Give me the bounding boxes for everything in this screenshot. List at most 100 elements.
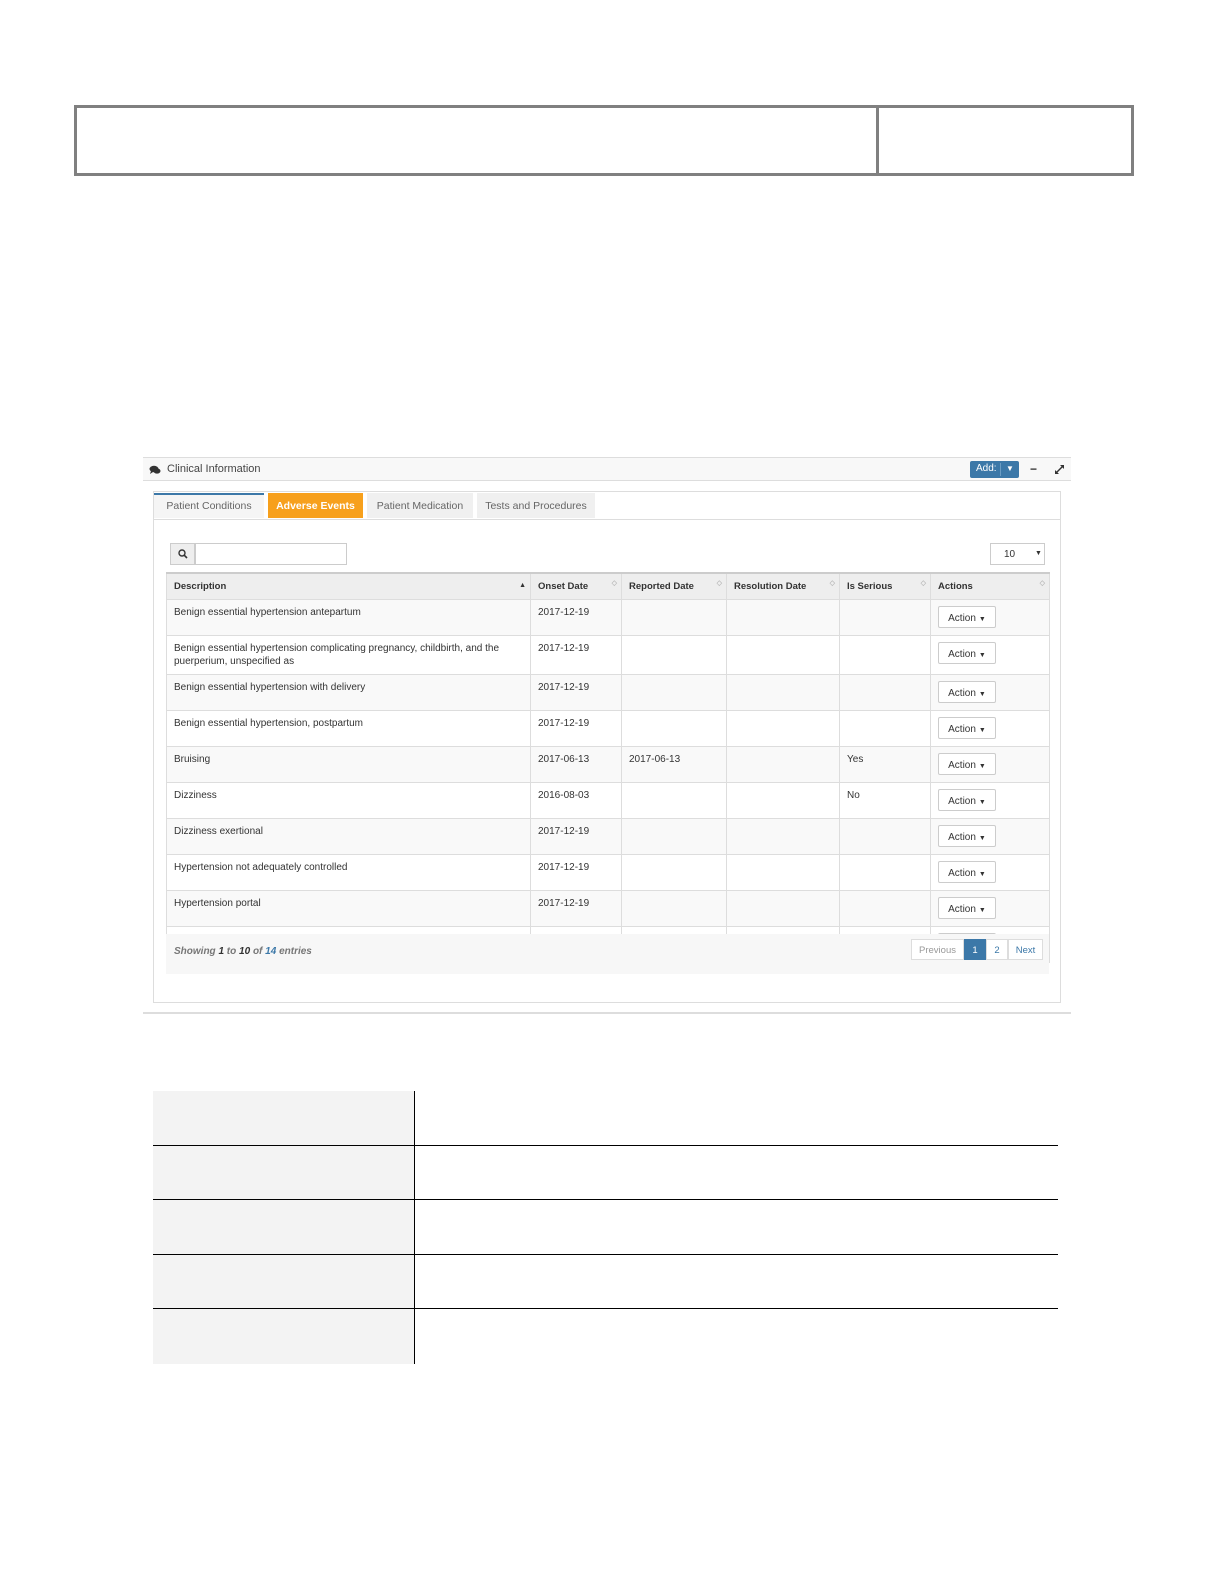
cell-resolution-date bbox=[726, 674, 840, 711]
column-header-actions[interactable]: Actions ◇ bbox=[930, 572, 1050, 600]
cell-description: Dizziness exertional bbox=[166, 818, 531, 855]
caret-down-icon: ▼ bbox=[978, 652, 986, 659]
action-button[interactable]: Action▼ bbox=[938, 789, 996, 811]
action-button-label: Action bbox=[948, 796, 976, 807]
add-button-separator bbox=[1000, 463, 1001, 476]
expand-icon[interactable] bbox=[1054, 462, 1065, 480]
search-button[interactable] bbox=[170, 543, 195, 565]
page-length-select[interactable]: 10 ▼ bbox=[990, 543, 1045, 565]
table-info: Showing 1 to 10 of 14 entries bbox=[174, 946, 312, 957]
cell-is-serious bbox=[839, 599, 931, 636]
sort-icon: ◇ bbox=[716, 580, 722, 587]
minimize-icon[interactable]: − bbox=[1030, 462, 1037, 476]
sort-icon: ◇ bbox=[829, 580, 835, 587]
cell-reported-date bbox=[621, 635, 727, 675]
cell-is-serious: Yes bbox=[839, 746, 931, 783]
column-header-is-serious[interactable]: Is Serious ◇ bbox=[839, 572, 931, 600]
cell-is-serious: No bbox=[839, 782, 931, 819]
pagination-previous[interactable]: Previous bbox=[911, 939, 964, 960]
pagination-next[interactable]: Next bbox=[1008, 939, 1043, 960]
cell-reported-date bbox=[621, 710, 727, 747]
lower-table-row-divider bbox=[153, 1145, 1058, 1146]
header-box bbox=[74, 105, 1134, 176]
sort-icon: ◇ bbox=[1039, 580, 1045, 587]
cell-actions: Action▼ bbox=[930, 890, 1050, 927]
caret-down-icon: ▼ bbox=[978, 835, 986, 842]
tab-tests-and-procedures[interactable]: Tests and Procedures bbox=[477, 493, 595, 518]
add-button-label: Add: bbox=[976, 463, 997, 474]
lower-info-table bbox=[153, 1091, 1058, 1364]
cell-description: Bruising bbox=[166, 746, 531, 783]
cell-description: Dizziness bbox=[166, 782, 531, 819]
table-row: Bruising 2017-06-13 2017-06-13 Yes Action ▼ bbox=[166, 746, 1050, 783]
action-button-label: Action bbox=[948, 649, 976, 660]
caret-down-icon: ▼ bbox=[978, 763, 986, 770]
action-button[interactable]: Action▼ bbox=[938, 861, 996, 883]
cell-resolution-date bbox=[726, 599, 840, 636]
cell-actions: Action▼ bbox=[930, 710, 1050, 747]
cell-is-serious bbox=[839, 890, 931, 927]
lower-table-row-divider bbox=[153, 1308, 1058, 1309]
cell-onset-date: 2017-12-19 bbox=[530, 818, 622, 855]
add-button[interactable]: Add: ▼ bbox=[970, 461, 1019, 478]
cell-description: Benign essential hypertension antepartum bbox=[166, 599, 531, 636]
caret-down-icon: ▼ bbox=[1006, 464, 1014, 473]
cell-actions: Action▼ bbox=[930, 599, 1050, 636]
cell-is-serious bbox=[839, 635, 931, 675]
panel-title: Clinical Information bbox=[167, 463, 261, 475]
cell-actions: Action▼ bbox=[930, 782, 1050, 819]
action-button[interactable]: Action▼ bbox=[938, 897, 996, 919]
action-button[interactable]: Action▼ bbox=[938, 642, 996, 664]
table-row: Dizziness 2016-08-03 No Action ▼ bbox=[166, 782, 1050, 819]
caret-down-icon: ▼ bbox=[978, 616, 986, 623]
cell-description: Hypertension portal bbox=[166, 890, 531, 927]
tab-patient-medication[interactable]: Patient Medication bbox=[367, 493, 473, 518]
cell-resolution-date bbox=[726, 635, 840, 675]
cell-onset-date: 2017-12-19 bbox=[530, 599, 622, 636]
cell-resolution-date bbox=[726, 746, 840, 783]
header-divider bbox=[876, 105, 879, 176]
lower-table-column-divider bbox=[414, 1091, 415, 1364]
pagination-page-1[interactable]: 1 bbox=[964, 939, 986, 960]
column-header-description[interactable]: Description ▲ bbox=[166, 572, 531, 600]
cell-onset-date: 2017-12-19 bbox=[530, 710, 622, 747]
cell-resolution-date bbox=[726, 710, 840, 747]
action-button-label: Action bbox=[948, 868, 976, 879]
column-header-onset-date[interactable]: Onset Date ◇ bbox=[530, 572, 622, 600]
cell-actions: Action▼ bbox=[930, 674, 1050, 711]
cell-description: Benign essential hypertension complicati… bbox=[166, 635, 531, 675]
search-icon bbox=[178, 549, 188, 559]
cell-onset-date: 2016-08-03 bbox=[530, 782, 622, 819]
action-button[interactable]: Action▼ bbox=[938, 681, 996, 703]
cell-reported-date bbox=[621, 599, 727, 636]
cell-onset-date: 2017-06-13 bbox=[530, 746, 622, 783]
tab-patient-conditions[interactable]: Patient Conditions bbox=[154, 493, 264, 518]
action-button[interactable]: Action▼ bbox=[938, 717, 996, 739]
adverse-events-table: Description ▲ Onset Date ◇ Reported Date ◇ … bbox=[166, 572, 1050, 963]
table-row: Hypertension portal 2017-12-19 Action ▼ bbox=[166, 890, 1050, 927]
cell-is-serious bbox=[839, 854, 931, 891]
column-header-resolution-date[interactable]: Resolution Date ◇ bbox=[726, 572, 840, 600]
table-row: Benign essential hypertension complicati… bbox=[166, 635, 1050, 675]
action-button[interactable]: Action▼ bbox=[938, 606, 996, 628]
cell-resolution-date bbox=[726, 782, 840, 819]
pagination-page-2[interactable]: 2 bbox=[986, 939, 1008, 960]
table-header-row: Description ▲ Onset Date ◇ Reported Date ◇ … bbox=[166, 572, 1050, 600]
lower-table-row-divider bbox=[153, 1199, 1058, 1200]
lower-table-row-divider bbox=[153, 1254, 1058, 1255]
action-button[interactable]: Action▼ bbox=[938, 753, 996, 775]
tab-adverse-events[interactable]: Adverse Events bbox=[268, 493, 363, 518]
sort-icon: ◇ bbox=[920, 580, 926, 587]
action-button-label: Action bbox=[948, 688, 976, 699]
table-footer: Showing 1 to 10 of 14 entries Previous 1… bbox=[166, 934, 1049, 974]
search-input[interactable] bbox=[195, 543, 347, 565]
cell-resolution-date bbox=[726, 890, 840, 927]
caret-down-icon: ▼ bbox=[1035, 550, 1042, 557]
column-header-reported-date[interactable]: Reported Date ◇ bbox=[621, 572, 727, 600]
cell-reported-date bbox=[621, 782, 727, 819]
cell-resolution-date bbox=[726, 818, 840, 855]
action-button-label: Action bbox=[948, 832, 976, 843]
cell-is-serious bbox=[839, 674, 931, 711]
action-button[interactable]: Action▼ bbox=[938, 825, 996, 847]
table-row: Dizziness exertional 2017-12-19 Action ▼ bbox=[166, 818, 1050, 855]
